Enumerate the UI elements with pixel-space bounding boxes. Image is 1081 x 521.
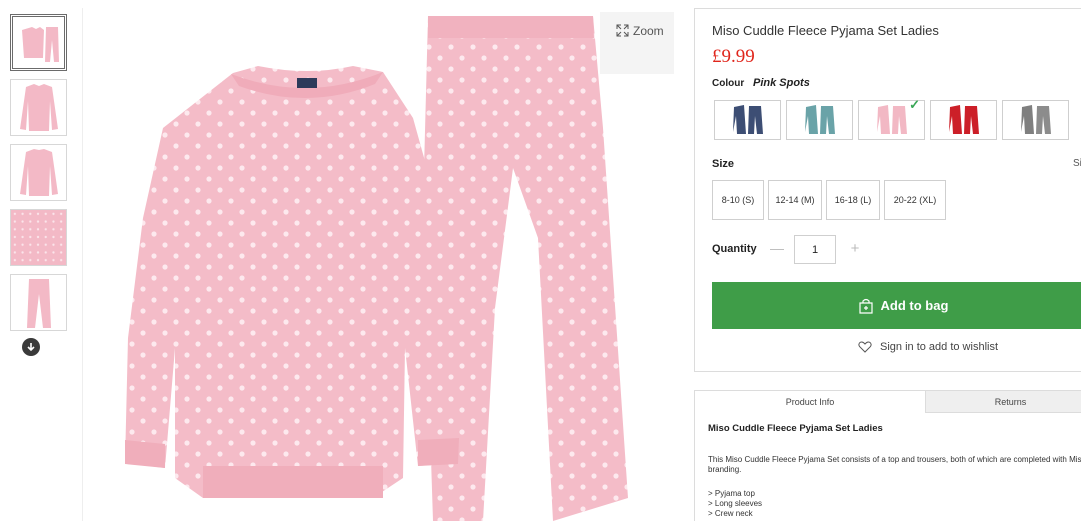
info-description: This Miso Cuddle Fleece Pyjama Set consi… — [708, 455, 1081, 474]
size-option-m[interactable]: 12-14 (M) — [768, 180, 822, 220]
expand-icon — [616, 24, 629, 40]
selected-check-icon: ✓ — [909, 97, 920, 112]
list-item: > Pyjama top — [708, 489, 755, 498]
swatch-navy[interactable] — [714, 100, 781, 140]
size-label: Size — [712, 158, 735, 170]
size-option-l[interactable]: 16-18 (L) — [826, 180, 880, 220]
product-title: Miso Cuddle Fleece Pyjama Set Ladies — [712, 23, 939, 38]
thumbnail-full-set[interactable] — [10, 14, 67, 71]
selected-colour: Pink Spots — [753, 77, 810, 89]
list-item: > Long sleeves — [708, 499, 763, 508]
quantity-decrease-button[interactable]: — — [767, 237, 787, 259]
swatch-grey[interactable] — [1002, 100, 1069, 140]
colour-row: Colour Pink Spots — [712, 77, 810, 89]
bag-icon — [858, 298, 873, 314]
wishlist-link[interactable]: Sign in to add to wishlist — [858, 341, 998, 353]
feature-list: > Pyjama top > Long sleeves > Crew neck — [708, 489, 762, 519]
scroll-down-icon[interactable] — [22, 338, 40, 356]
colour-swatches: ✓ — [714, 97, 1074, 140]
wishlist-label: Sign in to add to wishlist — [880, 341, 999, 353]
product-price: £9.99 — [712, 46, 755, 67]
quantity-label: Quantity — [712, 243, 757, 255]
size-options: 8-10 (S) 12-14 (M) 16-18 (L) 20-22 (XL) — [712, 180, 950, 220]
quantity-increase-button[interactable]: + — [845, 237, 865, 259]
product-purchase-panel: Miso Cuddle Fleece Pyjama Set Ladies £9.… — [694, 8, 1081, 372]
swatch-red[interactable] — [930, 100, 997, 140]
zoom-label: Zoom — [633, 24, 664, 38]
size-option-s[interactable]: 8-10 (S) — [712, 180, 764, 220]
thumbnail-list — [10, 14, 67, 339]
add-to-bag-label: Add to bag — [880, 298, 949, 313]
thumbnail-trousers[interactable] — [10, 274, 67, 331]
thumbnail-top-back[interactable] — [10, 144, 67, 201]
swatch-pink-selected[interactable]: ✓ — [858, 97, 925, 140]
add-to-bag-button[interactable]: Add to bag — [712, 282, 1081, 329]
main-product-image[interactable] — [82, 8, 674, 521]
colour-label: Colour — [712, 78, 745, 89]
thumbnail-top-front[interactable] — [10, 79, 67, 136]
product-page: Zoom Miso Cuddle Fleece Pyjama Set Ladie… — [0, 0, 1081, 521]
product-info-panel: Product Info Returns Miso Cuddle Fleece … — [694, 390, 1081, 521]
zoom-button[interactable]: Zoom — [600, 12, 674, 74]
tab-returns[interactable]: Returns — [926, 391, 1081, 413]
info-title: Miso Cuddle Fleece Pyjama Set Ladies — [708, 423, 883, 434]
list-item: > Crew neck — [708, 509, 753, 518]
size-option-xl[interactable]: 20-22 (XL) — [884, 180, 946, 220]
tab-product-info[interactable]: Product Info — [695, 391, 926, 413]
size-guide-link[interactable]: Size Guide — [1073, 158, 1081, 169]
heart-icon — [858, 341, 872, 353]
quantity-input[interactable] — [794, 235, 836, 264]
swatch-teal[interactable] — [786, 100, 853, 140]
thumbnail-fabric-detail[interactable] — [10, 209, 67, 266]
